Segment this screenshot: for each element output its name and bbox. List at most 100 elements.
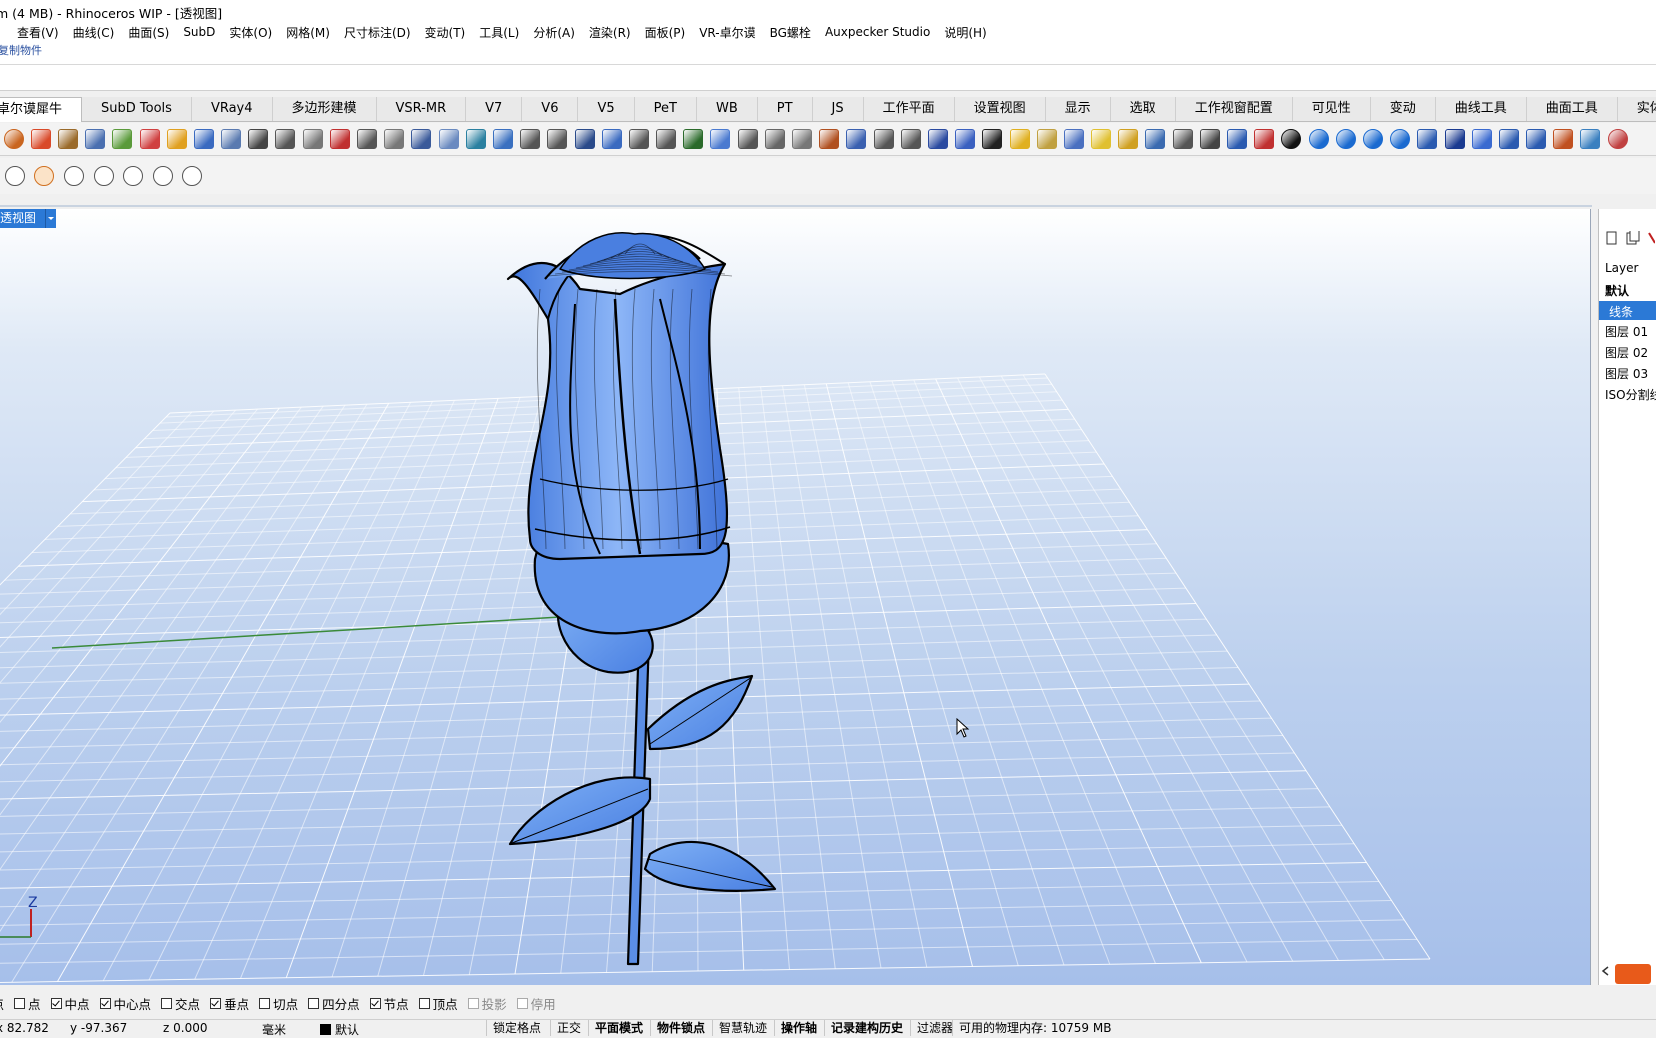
hand-icon[interactable] (846, 129, 867, 149)
menu-item-3[interactable]: SubD (176, 25, 222, 39)
paint-icon[interactable] (1036, 129, 1057, 149)
polyline-icon[interactable] (1145, 129, 1166, 149)
menu-item-11[interactable]: 面板(P) (638, 24, 693, 41)
clip-icon[interactable] (152, 166, 173, 186)
osnap-11[interactable]: 停用 (516, 994, 556, 1013)
cube-icon[interactable] (601, 129, 622, 149)
window-icon[interactable] (1444, 129, 1465, 149)
window-icon[interactable] (1498, 129, 1519, 149)
lamp-icon[interactable] (93, 166, 114, 186)
window-icon[interactable] (1471, 129, 1492, 149)
point-icon[interactable] (302, 129, 323, 149)
menu-item-4[interactable]: 实体(O) (222, 24, 279, 41)
tab-11[interactable]: JS (813, 97, 864, 121)
vray-icon[interactable] (1335, 129, 1356, 149)
hatch-icon[interactable] (248, 129, 269, 149)
osnap-8[interactable]: 节点 (369, 994, 409, 1013)
tools-icon[interactable] (139, 129, 160, 149)
window-icon[interactable] (1526, 129, 1547, 149)
osnap-7[interactable]: 四分点 (308, 994, 360, 1013)
menu-item-13[interactable]: BG螺栓 (763, 24, 818, 41)
cube-icon[interactable] (1118, 129, 1139, 149)
tower-icon[interactable] (57, 129, 78, 149)
menu-item-9[interactable]: 分析(A) (526, 24, 582, 41)
osnap-6[interactable]: 切点 (259, 994, 298, 1013)
vray-icon[interactable] (1362, 129, 1383, 149)
array-icon[interactable] (547, 129, 568, 149)
frame-icon[interactable] (683, 129, 704, 149)
move-icon[interactable] (764, 129, 785, 149)
draw-icon[interactable] (819, 129, 840, 149)
pie-icon[interactable] (1607, 129, 1628, 149)
box-icon[interactable] (275, 129, 296, 149)
layer-item-03[interactable]: 图层 03 (1605, 365, 1648, 382)
tab-8[interactable]: PeT (635, 97, 697, 121)
blend-icon[interactable] (955, 129, 976, 149)
status-toggle-2[interactable]: 平面模式 (588, 1020, 649, 1036)
gear-icon[interactable] (411, 129, 432, 149)
vray-icon[interactable] (1308, 129, 1329, 149)
viewport-title[interactable]: 透视图 (0, 209, 57, 228)
osnap-0[interactable]: 端点 (0, 994, 4, 1013)
menu-item-0[interactable]: 查看(V) (10, 24, 66, 41)
extrude-icon[interactable] (465, 129, 486, 149)
viewport-menu-arrow-icon[interactable] (45, 209, 57, 228)
tab-7[interactable]: V5 (578, 97, 635, 121)
render-icon[interactable] (1227, 129, 1248, 149)
vray-icon[interactable] (1390, 129, 1411, 149)
layers-icon[interactable] (193, 129, 214, 149)
gradient-icon[interactable] (166, 129, 187, 149)
phone-icon[interactable] (628, 129, 649, 149)
tab-10[interactable]: PT (758, 97, 813, 121)
tab-6[interactable]: V6 (522, 97, 579, 121)
osnap-checkbox[interactable] (467, 997, 479, 1009)
scale-icon[interactable] (792, 129, 813, 149)
menu-item-6[interactable]: 尺寸标注(D) (337, 24, 418, 41)
osnap-5[interactable]: 垂点 (210, 994, 249, 1013)
tab-2[interactable]: VRay4 (192, 97, 273, 121)
osnap-checkbox[interactable] (161, 997, 173, 1009)
tab-15[interactable]: 选取 (1111, 97, 1176, 121)
v-icon[interactable] (982, 129, 1003, 149)
osnap-checkbox[interactable] (99, 997, 111, 1009)
square-icon[interactable] (1009, 129, 1030, 149)
tab-9[interactable]: WB (697, 97, 758, 121)
menu-item-7[interactable]: 变动(T) (418, 24, 473, 41)
tab-3[interactable]: 多边形建模 (273, 97, 377, 121)
osnap-2[interactable]: 中点 (50, 994, 90, 1013)
menu-item-14[interactable]: Auxpecker Studio (818, 25, 937, 39)
tab-13[interactable]: 设置视图 (955, 97, 1046, 121)
tab-18[interactable]: 变动 (1371, 97, 1436, 121)
hand-icon[interactable] (873, 129, 894, 149)
osnap-checkbox[interactable] (210, 997, 222, 1009)
osnap-checkbox[interactable] (516, 997, 528, 1009)
surface-icon[interactable] (710, 129, 731, 149)
osnap-checkbox[interactable] (418, 997, 430, 1009)
osnap-4[interactable]: 交点 (161, 994, 200, 1013)
helmet-icon[interactable] (34, 166, 55, 186)
osnap-3[interactable]: 中心点 (99, 994, 151, 1013)
disk-icon[interactable] (438, 129, 459, 149)
status-toggle-1[interactable]: 正交 (550, 1020, 587, 1036)
menu-item-8[interactable]: 工具(L) (472, 24, 526, 41)
window-icon[interactable] (1417, 129, 1438, 149)
layer-item-default[interactable]: 默认 (1605, 282, 1629, 299)
status-toggle-4[interactable]: 智慧轨迹 (712, 1020, 773, 1036)
osnap-checkbox[interactable] (369, 997, 381, 1009)
rotate-icon[interactable] (384, 129, 405, 149)
tab-17[interactable]: 可见性 (1293, 97, 1371, 121)
dots-icon[interactable] (520, 129, 541, 149)
command-area[interactable]: 复制物件 (0, 42, 1656, 91)
cross-icon[interactable] (656, 129, 677, 149)
osnap-checkbox[interactable] (14, 997, 25, 1009)
image-icon[interactable] (112, 129, 133, 149)
menu-item-1[interactable]: 曲线(C) (66, 24, 122, 41)
tab-19[interactable]: 曲线工具 (1436, 97, 1527, 121)
status-toggle-0[interactable]: 锁定格点 (486, 1020, 547, 1036)
vray-icon[interactable] (1281, 129, 1302, 149)
layer-item-iso[interactable]: ISO分割线 (1605, 386, 1656, 403)
grid-pattern-icon[interactable] (30, 129, 51, 149)
menu-item-10[interactable]: 渲染(R) (582, 24, 638, 41)
circle-icon[interactable] (329, 129, 350, 149)
menu-item-2[interactable]: 曲面(S) (121, 24, 176, 41)
